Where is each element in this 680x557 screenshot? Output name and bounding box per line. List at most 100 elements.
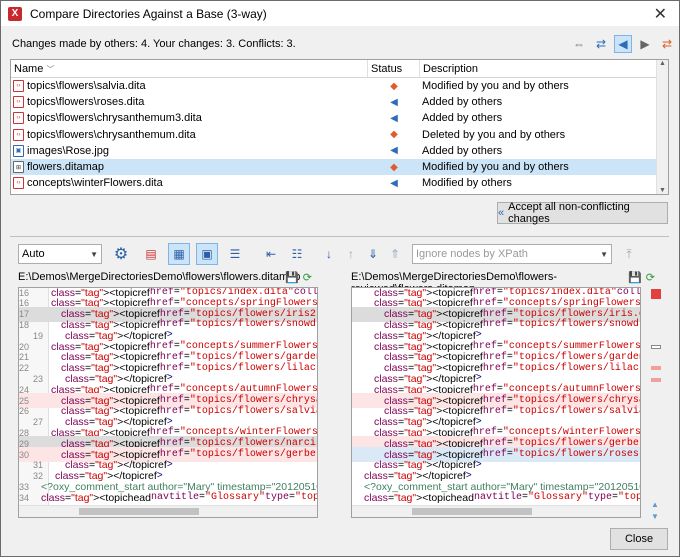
code-line[interactable]: 34 class="tag"><topichead navtitle = "Gloss…: [19, 490, 317, 505]
table-row[interactable]: ⊞ flowers.ditamap ◆ Modified by you and …: [11, 158, 668, 176]
status-glyph: ◀: [390, 96, 398, 108]
show-all-changes-icon[interactable]: ⇔: [570, 35, 588, 53]
last-change-icon[interactable]: ⇓: [362, 243, 384, 265]
overview-up-icon[interactable]: ▲: [651, 500, 661, 509]
save-icon[interactable]: 💾: [285, 271, 299, 284]
window-close-icon[interactable]: ✕: [654, 4, 667, 24]
table-row[interactable]: ▣ images\Rose.jpg ◀ Added by others: [11, 143, 668, 159]
status-filter-toolbar: ⇔ ⇄ ◀ ▶ ⇄: [570, 35, 676, 53]
conflict-icon: ◆: [368, 129, 420, 140]
row-description: Modified by others: [422, 177, 512, 190]
copy-right-icon[interactable]: ☷: [286, 243, 308, 265]
xpath-filter-combo[interactable]: Ignore nodes by XPath ▼: [412, 244, 612, 264]
first-change-icon[interactable]: ⇑: [384, 243, 406, 265]
conflict-icon: ◆: [368, 162, 420, 173]
prev-change-icon[interactable]: ↑: [340, 243, 362, 265]
word-diff-icon[interactable]: ▣: [196, 243, 218, 265]
row-name: topics\flowers\chrysanthemum.dita: [27, 128, 196, 141]
column-header-name[interactable]: Name ﹀: [11, 60, 368, 77]
conflict-marker-icon[interactable]: [651, 289, 661, 299]
code-text: class="tag"><topichead: [364, 491, 474, 504]
collapse-top-icon[interactable]: ⤒: [618, 243, 640, 265]
status-glyph: ◆: [390, 161, 398, 173]
change-marker[interactable]: [651, 366, 661, 370]
row-name: flowers.ditamap: [27, 161, 105, 174]
app-logo-icon: X: [8, 6, 22, 21]
accept-button-label: Accept all non-conflicting changes: [508, 201, 630, 225]
table-row[interactable]: ‹› topics\flowers\chrysanthemum3.dita ◀ …: [11, 110, 668, 126]
sort-chevron-icon: ﹀: [46, 65, 55, 74]
row-name-cell: ‹› topics\flowers\chrysanthemum3.dita: [11, 112, 368, 125]
compare-mode-select[interactable]: Auto ▼: [18, 244, 102, 264]
play-diff-icon[interactable]: ▤: [140, 243, 162, 265]
right-file-actions: 💾 ⟳: [628, 271, 655, 284]
table-row[interactable]: ‹› topics\flowers\roses.dita ◀ Added by …: [11, 94, 668, 110]
left-editor[interactable]: 16 class="tag"><topicref href = "topics/ind…: [18, 287, 318, 518]
save-icon[interactable]: 💾: [628, 271, 642, 284]
dita-file-icon: ‹›: [13, 96, 24, 109]
line-number: 34: [19, 492, 30, 503]
right-hscrollbar[interactable]: [352, 505, 640, 517]
refresh-icon[interactable]: ⟳: [303, 271, 312, 284]
row-name-cell: ‹› topics\flowers\chrysanthemum.dita: [11, 128, 368, 141]
table-row[interactable]: ‹› concepts\winterFlowers.dita ◀ Modifie…: [11, 175, 668, 191]
column-name-label: Name: [14, 63, 44, 75]
left-file-actions: 💾 ⟳: [285, 271, 312, 284]
next-change-icon[interactable]: ↓: [318, 243, 340, 265]
right-editor[interactable]: class="tag"><topicref href = "topics/index…: [351, 287, 641, 518]
sync-scroll-icon[interactable]: ▦: [168, 243, 190, 265]
dita-file-icon: ‹›: [13, 112, 24, 125]
close-button[interactable]: Close: [610, 528, 668, 550]
table-row[interactable]: ‹› topics\flowers\chrysanthemum.dita ◆ D…: [11, 127, 668, 143]
left-file-path: E:\Demos\MergeDirectoriesDemo\flowers\fl…: [18, 271, 301, 283]
title-bar: X Compare Directories Against a Base (3-…: [0, 0, 680, 26]
scroll-down-icon[interactable]: ▼: [657, 187, 668, 194]
table-scrollbar[interactable]: ▲ ▼: [656, 60, 668, 194]
show-outgoing-icon[interactable]: ▶: [636, 35, 654, 53]
accept-non-conflicting-button[interactable]: « Accept all non-conflicting changes: [497, 201, 668, 225]
row-name-cell: ⊞ flowers.ditamap: [11, 161, 368, 174]
row-name-cell: ‹› topics\flowers\salvia.dita: [11, 80, 368, 93]
format-icon[interactable]: ☰: [224, 243, 246, 265]
change-marker[interactable]: [651, 378, 661, 382]
row-description: Added by others: [422, 144, 503, 157]
gear-icon[interactable]: ⚙: [110, 243, 132, 265]
column-header-description[interactable]: Description: [420, 60, 656, 77]
change-marker[interactable]: [651, 345, 661, 349]
ditamap-file-icon: ⊞: [13, 161, 24, 174]
status-glyph: ◆: [390, 80, 398, 92]
code-text: class="tag"><topichead: [41, 491, 151, 504]
scroll-thumb[interactable]: [79, 508, 199, 515]
chevron-down-icon: ▼: [90, 249, 98, 259]
row-description: Modified by you and by others: [422, 161, 569, 174]
changes-summary: Changes made by others: 4. Your changes:…: [12, 38, 296, 50]
conflict-icon: ◆: [368, 81, 420, 92]
refresh-icon[interactable]: ⟳: [646, 271, 655, 284]
show-conflicts-icon[interactable]: ⇄: [592, 35, 610, 53]
dita-file-icon: ‹›: [13, 80, 24, 93]
left-hscrollbar[interactable]: [19, 505, 317, 517]
row-description: Added by others: [422, 96, 503, 109]
incoming-icon: ◀: [368, 178, 420, 189]
splitter[interactable]: [10, 236, 669, 237]
scroll-up-icon[interactable]: ▲: [657, 60, 668, 67]
copy-left-icon[interactable]: ⇤: [260, 243, 282, 265]
status-glyph: ◀: [390, 112, 398, 124]
status-glyph: ◀: [390, 145, 398, 157]
row-name-cell: ‹› concepts\winterFlowers.dita: [11, 177, 368, 190]
code-line[interactable]: class="tag"><topichead navtitle = "Glossar…: [352, 490, 640, 505]
show-incoming-icon[interactable]: ◀: [614, 35, 632, 53]
scroll-thumb[interactable]: [412, 508, 532, 515]
status-glyph: ◆: [390, 129, 398, 141]
window-title: Compare Directories Against a Base (3-wa…: [30, 6, 267, 21]
incoming-icon: ◀: [368, 145, 420, 156]
row-description: Added by others: [422, 112, 503, 125]
column-header-status[interactable]: Status: [368, 60, 420, 77]
table-row[interactable]: ‹› topics\flowers\salvia.dita ◆ Modified…: [11, 78, 668, 94]
compare-toolbar: Auto ▼ ⚙ ▤ ▦ ▣ ☰ ⇤ ☷ ↓ ↑ ⇓ ⇑ Ignore node…: [18, 243, 640, 265]
show-conflict-only-icon[interactable]: ⇄: [658, 35, 676, 53]
overview-down-icon[interactable]: ▼: [651, 512, 661, 521]
accept-all-icon: «: [498, 207, 505, 219]
row-name-cell: ▣ images\Rose.jpg: [11, 144, 368, 157]
row-name: concepts\winterFlowers.dita: [27, 177, 163, 190]
